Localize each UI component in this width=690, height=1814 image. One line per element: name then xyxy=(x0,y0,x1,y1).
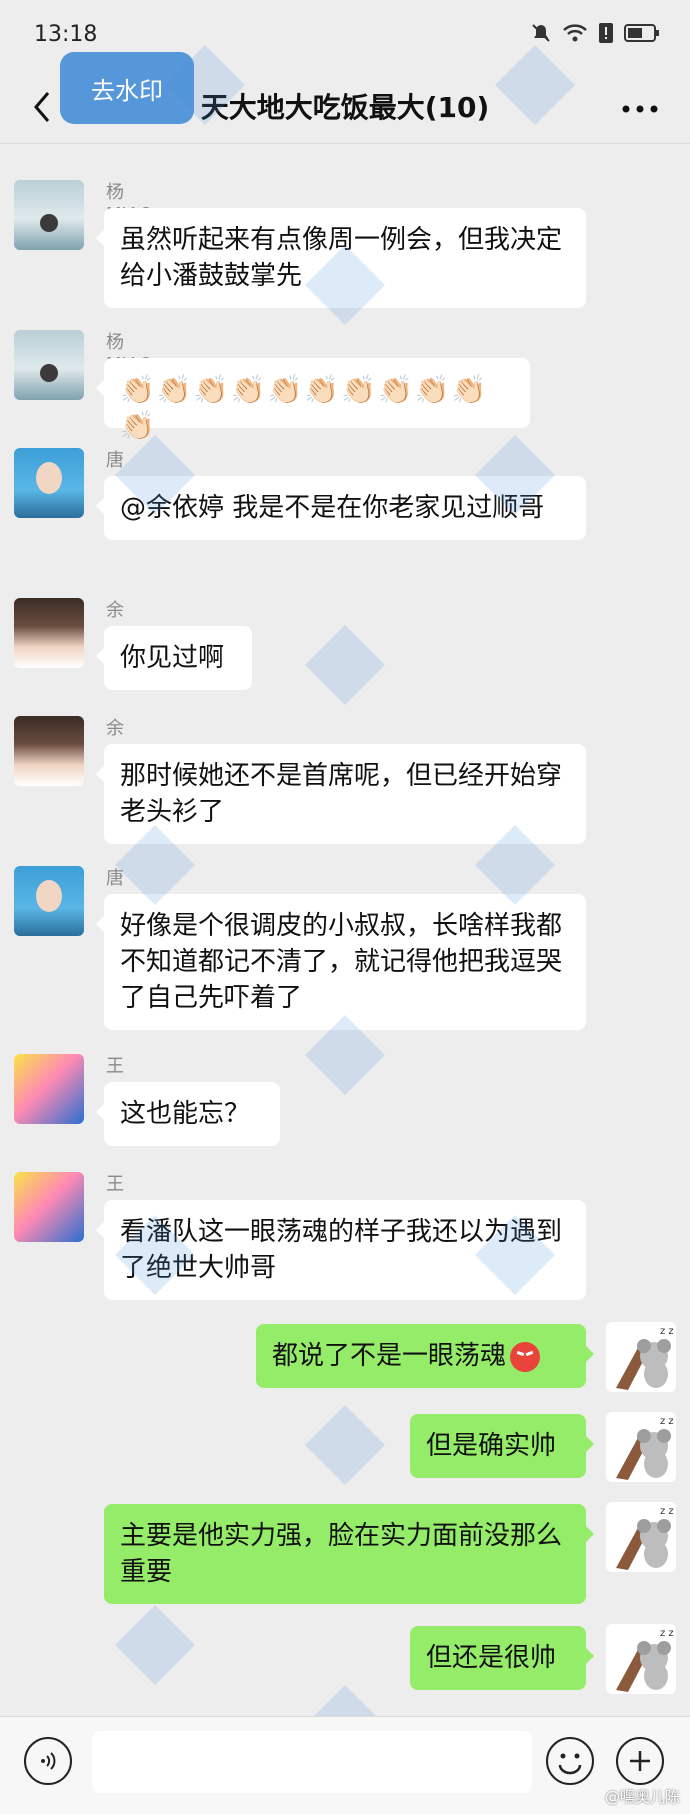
svg-text:z z z: z z z xyxy=(660,1506,676,1517)
voice-button[interactable] xyxy=(24,1737,72,1785)
avatar[interactable] xyxy=(14,866,84,936)
status-time: 13:18 xyxy=(34,22,98,47)
avatar[interactable] xyxy=(14,1172,84,1242)
message-bubble[interactable]: 那时候她还不是首席呢，但已经开始穿老头衫了 xyxy=(96,744,586,844)
message-bubble[interactable]: 你见过啊 xyxy=(96,626,252,690)
plus-icon xyxy=(630,1751,650,1771)
avatar[interactable] xyxy=(14,1054,84,1124)
avatar-self[interactable]: z z z xyxy=(606,1502,676,1572)
emoji-button[interactable] xyxy=(546,1737,594,1785)
avatar-self[interactable]: z z z xyxy=(606,1412,676,1482)
avatar[interactable] xyxy=(14,598,84,668)
message-bubble-self[interactable]: 但是确实帅 xyxy=(410,1414,594,1478)
svg-text:z z z: z z z xyxy=(660,1326,676,1337)
avatar-self[interactable]: z z z xyxy=(606,1624,676,1694)
watermark-icon xyxy=(115,1605,195,1685)
mute-icon xyxy=(532,24,550,42)
more-icon xyxy=(622,105,658,113)
koala-icon: z z z xyxy=(616,1506,676,1570)
voice-icon xyxy=(41,1752,56,1770)
avatar[interactable] xyxy=(14,716,84,786)
angry-emoji-icon xyxy=(510,1341,541,1372)
message-text: 都说了不是一眼荡魂 xyxy=(272,1341,507,1371)
alert-icon xyxy=(599,23,613,43)
message-bubble[interactable]: @余依婷 我是不是在你老家见过顺哥 xyxy=(96,476,586,540)
chat-header: 去水印 天大地大吃饭最大(10) xyxy=(0,52,690,144)
message-bubble[interactable]: 好像是个很调皮的小叔叔，长啥样我都不知道都记不清了，就记得他把我逗哭了自己先吓着… xyxy=(96,894,586,1030)
credit-watermark: @嘿奥儿陈 xyxy=(604,1788,680,1806)
avatar[interactable] xyxy=(14,448,84,518)
message-bubble[interactable]: 👏🏻👏🏻👏🏻👏🏻👏🏻👏🏻👏🏻👏🏻👏🏻👏🏻👏🏻 xyxy=(96,358,530,442)
koala-icon: z z z xyxy=(616,1628,676,1692)
battery-icon xyxy=(624,24,659,42)
koala-icon: z z z xyxy=(616,1326,676,1390)
smile-icon xyxy=(558,1753,582,1775)
message-input[interactable] xyxy=(92,1731,532,1793)
message-bubble-self[interactable]: 主要是他实力强，脸在实力面前没那么重要 xyxy=(104,1504,594,1604)
chat-title: 天大地大吃饭最大(10) xyxy=(200,91,490,124)
watermark-icon xyxy=(305,1405,385,1485)
koala-icon: z z z xyxy=(616,1416,676,1480)
input-bar xyxy=(0,1716,690,1814)
message-bubble-self[interactable]: 但还是很帅 xyxy=(410,1626,594,1690)
avatar-self[interactable]: z z z xyxy=(606,1322,676,1392)
svg-text:z z z: z z z xyxy=(660,1628,676,1639)
avatar[interactable] xyxy=(14,330,84,400)
message-bubble[interactable]: 这也能忘？ xyxy=(96,1082,280,1146)
avatar[interactable] xyxy=(14,180,84,250)
svg-text:z z z: z z z xyxy=(660,1416,676,1427)
message-bubble[interactable]: 虽然听起来有点像周一例会，但我决定给小潘鼓鼓掌先 xyxy=(96,208,586,308)
message-bubble[interactable]: 看潘队这一眼荡魂的样子我还以为遇到了绝世大帅哥 xyxy=(96,1200,586,1300)
watermark-icon xyxy=(305,625,385,705)
message-bubble-self[interactable]: 都说了不是一眼荡魂 xyxy=(256,1324,594,1388)
more-actions-button[interactable] xyxy=(616,1737,664,1785)
status-icons xyxy=(530,22,660,44)
wifi-icon xyxy=(563,24,587,42)
more-button[interactable] xyxy=(616,92,664,126)
